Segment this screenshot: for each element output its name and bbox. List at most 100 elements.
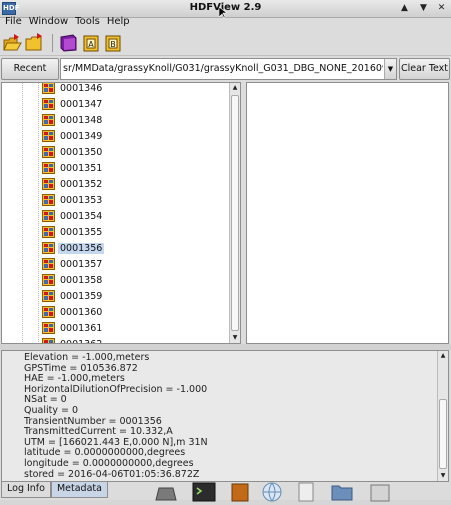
tree-item[interactable]: 0001347	[42, 96, 104, 112]
dataset-group-icon	[42, 306, 55, 318]
tree-item[interactable]: 0001349	[42, 128, 104, 144]
tree-scrollbar[interactable]: ▲ ▼	[229, 83, 240, 343]
dataset-group-icon	[42, 83, 55, 94]
tree-item[interactable]: 0001351	[42, 160, 104, 176]
dataset-group-icon	[42, 146, 55, 158]
document-icon[interactable]	[294, 480, 318, 502]
tab-metadata[interactable]: Metadata	[50, 482, 108, 498]
dataset-group-icon	[42, 130, 55, 142]
menu-tools[interactable]: Tools	[73, 14, 105, 30]
scrollbar-thumb[interactable]	[439, 399, 447, 469]
scroll-up-icon[interactable]: ▲	[230, 83, 240, 93]
properties-icon: B	[105, 35, 121, 52]
tree-item[interactable]: 0001362	[42, 336, 104, 343]
tree-item-label: 0001350	[60, 146, 103, 158]
content-panel[interactable]	[246, 82, 449, 344]
svg-text:A: A	[88, 40, 94, 49]
file-path-combo[interactable]: sr/MMData/grassyKnoll/G031/grassyKnoll_G…	[60, 58, 397, 80]
open-folder-button[interactable]	[24, 33, 45, 53]
tree-item[interactable]: 0001346	[42, 83, 104, 96]
toolbar: A B	[0, 30, 451, 56]
tree-item[interactable]: 0001355	[42, 224, 104, 240]
log-line: Quality = 0	[24, 405, 78, 416]
tree-item-label: 0001347	[60, 98, 103, 110]
tree-item[interactable]: 0001357	[42, 256, 104, 272]
log-line: UTM = [166021.443 E,0.000 N],m 31N	[24, 436, 208, 448]
log-line: NSat = 0	[24, 394, 67, 406]
tree-item[interactable]: 0001361	[42, 320, 104, 336]
tree-item[interactable]: 0001359	[42, 288, 104, 304]
properties-button[interactable]: B	[103, 33, 124, 53]
tree-item-label: 0001357	[60, 258, 103, 270]
tree-item-label: 0001354	[60, 210, 103, 222]
menu-bar: File Window Tools Help	[0, 14, 451, 30]
dataset-group-icon	[42, 114, 55, 126]
user-guide-button[interactable]	[58, 33, 79, 53]
dataset-info-button[interactable]: A	[81, 33, 102, 53]
tree-item[interactable]: 0001352	[42, 176, 104, 192]
tree-item-label: 0001353	[60, 194, 103, 206]
web-browser-icon[interactable]	[260, 480, 284, 502]
tree-item[interactable]: 0001356	[42, 240, 105, 256]
folder-icon[interactable]	[330, 480, 354, 502]
tab-log-info[interactable]: Log Info	[1, 482, 51, 498]
drive-icon[interactable]	[154, 480, 178, 502]
tree-item-label: 0001361	[60, 322, 103, 334]
log-line: HAE = -1.000,meters	[24, 373, 125, 385]
open-file-button[interactable]	[2, 33, 23, 53]
scroll-up-icon[interactable]: ▲	[438, 351, 448, 361]
toolbar-separator	[52, 34, 53, 52]
log-line: TransmittedCurrent = 10.332,A	[24, 426, 173, 438]
dataset-group-icon	[42, 290, 55, 302]
dataset-group-icon	[42, 242, 55, 254]
log-scrollbar[interactable]: ▲ ▼	[437, 351, 448, 481]
tree-item[interactable]: 0001348	[42, 112, 104, 128]
terminal-icon[interactable]	[192, 480, 216, 502]
tree-item-label: 0001355	[60, 226, 103, 238]
file-manager-icon[interactable]	[368, 480, 392, 502]
tree-item[interactable]: 0001360	[42, 304, 104, 320]
dataset-group-icon	[42, 210, 55, 222]
tree-guide-line	[38, 83, 39, 343]
menu-file[interactable]: File	[3, 14, 27, 30]
dataset-group-icon	[42, 274, 55, 286]
tree-item-label: 0001360	[60, 306, 103, 318]
scrollbar-thumb[interactable]	[231, 95, 239, 331]
address-row: Recent Files sr/MMData/grassyKnoll/G031/…	[0, 57, 451, 94]
file-tree[interactable]: 0001346 0001347 0001348 0001349 0001350 00013…	[1, 82, 241, 344]
clear-text-button[interactable]: Clear Text	[399, 58, 450, 80]
dataset-group-icon	[42, 226, 55, 238]
recent-files-button[interactable]: Recent Files	[1, 58, 59, 94]
user-guide-book-icon	[60, 34, 77, 52]
tree-item[interactable]: 0001350	[42, 144, 104, 160]
log-line: longitude = 0.0000000000,degrees	[24, 458, 194, 469]
dataset-group-icon	[42, 162, 55, 174]
log-line: TransientNumber = 0001356	[24, 415, 162, 427]
bottom-tabs: Log Info Metadata	[1, 482, 108, 498]
chevron-down-icon[interactable]: ▼	[384, 59, 396, 79]
dataset-info-icon: A	[83, 35, 99, 52]
archive-icon[interactable]	[228, 480, 252, 502]
dataset-group-icon	[42, 258, 55, 270]
scroll-down-icon[interactable]: ▼	[230, 333, 240, 343]
file-path-value[interactable]: sr/MMData/grassyKnoll/G031/grassyKnoll_G…	[63, 59, 383, 79]
tree-item-label: 0001349	[60, 130, 103, 142]
tree-item[interactable]: 0001354	[42, 208, 104, 224]
tree-item[interactable]: 0001358	[42, 272, 104, 288]
open-folder-icon	[25, 33, 42, 51]
tree-guide-line	[22, 83, 23, 343]
menu-help[interactable]: Help	[105, 14, 135, 30]
open-file-icon	[3, 34, 22, 51]
log-panel[interactable]: Elevation = -1.000,meters GPSTime = 01053…	[1, 350, 449, 482]
tree-item-label: 0001351	[60, 162, 103, 174]
dataset-group-icon	[42, 178, 55, 190]
menu-window[interactable]: Window	[27, 14, 73, 30]
hdfview-window: HDF HDFView 2.9 ▲ ▼ ✕ File Window Tools Hel…	[0, 0, 451, 502]
tree-item[interactable]: 0001353	[42, 192, 104, 208]
svg-text:B: B	[110, 40, 116, 49]
tree-item-label: 0001359	[60, 290, 103, 302]
dataset-group-icon	[42, 194, 55, 206]
log-line: Elevation = -1.000,meters	[24, 352, 150, 363]
tree-item-label: 0001358	[60, 274, 103, 286]
dataset-group-icon	[42, 322, 55, 334]
